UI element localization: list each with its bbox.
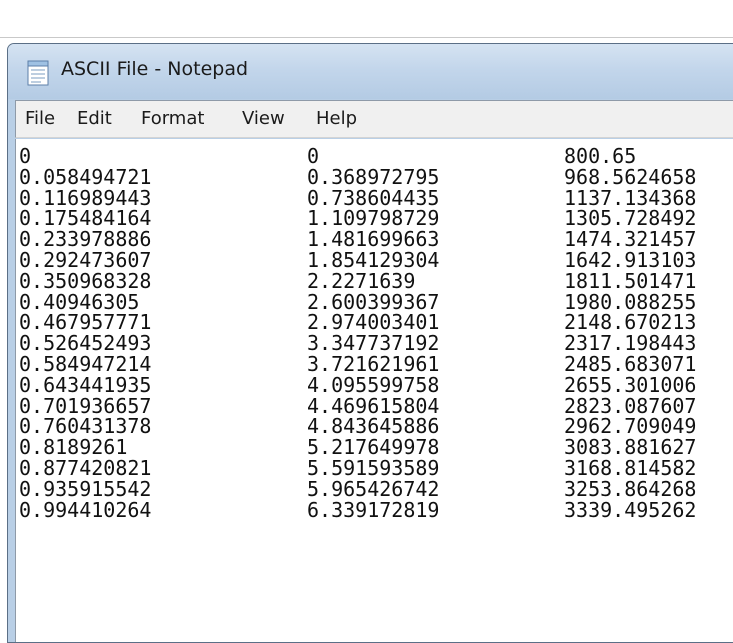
value-col-3: 2962.709049 [564,414,697,439]
value-col-1: 0.994410264 [19,497,152,522]
value-col-1: 0.350968328 [19,268,152,293]
text-line: 0.350968328 2.2271639 1811.501471 [16,270,733,292]
value-col-3: 2317.198443 [564,331,697,356]
value-col-3: 1811.501471 [564,268,697,293]
value-col-3: 968.5624658 [564,164,697,189]
menu-view[interactable]: View [242,108,285,129]
value-col-1: 0.233978886 [19,227,152,252]
value-col-3: 3253.864268 [564,476,697,501]
background-strip [0,0,733,38]
value-col-2: 0 [307,144,320,168]
value-col-2: 4.095599758 [307,372,440,397]
text-line: 0.877420821 5.591593589 3168.814582 [16,457,733,479]
value-col-2: 1.481699663 [307,227,440,252]
value-col-1: 0.40946305 [19,289,140,314]
text-line: 0.760431378 4.843645886 2962.709049 [16,415,733,437]
value-col-3: 1642.913103 [564,248,697,272]
value-col-2: 2.2271639 [307,268,416,293]
text-line: 0.058494721 0.368972795 968.5624658 [16,166,733,188]
text-line: 0.175484164 1.109798729 1305.728492 [16,207,733,229]
text-line: 0.40946305 2.600399367 1980.088255 [16,291,733,313]
value-col-1: 0.877420821 [19,456,152,480]
value-col-1: 0.292473607 [19,248,152,272]
value-col-3: 2823.087607 [564,393,697,418]
value-col-2: 4.469615804 [307,393,440,418]
text-line: 0 0 800.65 [16,145,733,167]
value-col-1: 0.935915542 [19,476,152,501]
value-col-1: 0 [19,144,32,168]
value-col-2: 4.843645886 [307,414,440,439]
value-col-3: 2655.301006 [564,372,697,397]
value-col-1: 0.467957771 [19,310,152,335]
text-area[interactable]: 0 0 800.65 0.058494721 0.368972795 968.562465… [15,139,733,642]
value-col-2: 6.339172819 [307,497,440,522]
text-line: 0.8189261 5.217649978 3083.881627 [16,436,733,458]
notepad-icon [27,60,49,86]
value-col-2: 3.347737192 [307,331,440,356]
text-line: 0.233978886 1.481699663 1474.321457 [16,228,733,250]
value-col-2: 2.974003401 [307,310,440,335]
menu-help[interactable]: Help [316,108,357,129]
value-col-3: 800.65 [564,144,637,168]
value-col-1: 0.526452493 [19,331,152,356]
value-col-1: 0.8189261 [19,435,128,460]
text-line: 0.584947214 3.721621961 2485.683071 [16,353,733,375]
title-bar[interactable]: ASCII File - Notepad [8,44,733,99]
value-col-1: 0.643441935 [19,372,152,397]
value-col-3: 2148.670213 [564,310,697,335]
text-line: 0.935915542 5.965426742 3253.864268 [16,478,733,500]
value-col-2: 2.600399367 [307,289,440,314]
value-col-3: 1474.321457 [564,227,697,252]
value-col-3: 2485.683071 [564,352,697,376]
value-col-2: 1.854129304 [307,248,440,272]
value-col-3: 3339.495262 [564,497,697,522]
value-col-2: 1.109798729 [307,206,440,231]
text-line: 0.526452493 3.347737192 2317.198443 [16,332,733,354]
value-col-1: 0.058494721 [19,164,152,189]
value-col-3: 1980.088255 [564,289,697,314]
value-col-2: 5.965426742 [307,476,440,501]
notepad-window[interactable]: ASCII File - Notepad File Edit Format Vi… [7,43,733,643]
value-col-2: 5.217649978 [307,435,440,460]
text-line: 0.994410264 6.339172819 3339.495262 [16,499,733,521]
value-col-2: 0.738604435 [307,185,440,210]
value-col-3: 1137.134368 [564,185,697,210]
text-line: 0.116989443 0.738604435 1137.134368 [16,187,733,209]
value-col-2: 3.721621961 [307,352,440,376]
value-col-1: 0.701936657 [19,393,152,418]
value-col-3: 3083.881627 [564,435,697,460]
value-col-1: 0.584947214 [19,352,152,376]
text-line: 0.701936657 4.469615804 2823.087607 [16,395,733,417]
value-col-3: 1305.728492 [564,206,697,231]
menu-file[interactable]: File [25,108,55,129]
text-line: 0.643441935 4.095599758 2655.301006 [16,374,733,396]
value-col-2: 5.591593589 [307,456,440,480]
menu-bar: File Edit Format View Help [15,100,733,138]
text-line: 0.292473607 1.854129304 1642.913103 [16,249,733,271]
value-col-2: 0.368972795 [307,164,440,189]
window-title: ASCII File - Notepad [61,58,249,80]
value-col-1: 0.175484164 [19,206,152,231]
menu-edit[interactable]: Edit [77,108,112,129]
value-col-1: 0.116989443 [19,185,152,210]
value-col-3: 3168.814582 [564,456,697,480]
value-col-1: 0.760431378 [19,414,152,439]
text-line: 0.467957771 2.974003401 2148.670213 [16,311,733,333]
menu-format[interactable]: Format [141,108,204,129]
